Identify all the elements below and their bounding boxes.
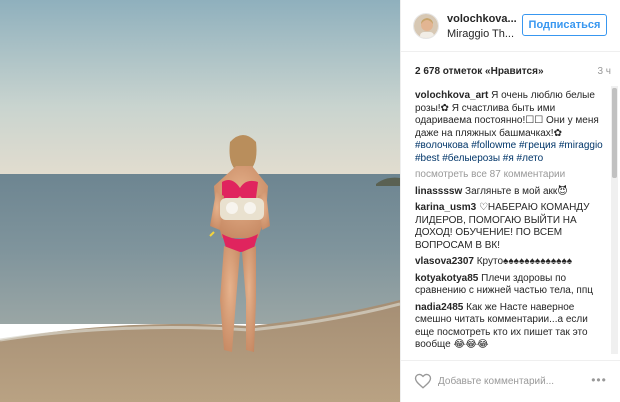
caption: volochkova_art Я очень люблю белые розы!…: [415, 90, 607, 165]
list-item: linassssw Загляньте в мой акк😈: [415, 186, 607, 199]
scrollbar-thumb[interactable]: [612, 88, 617, 178]
heart-icon-svg: [414, 373, 432, 389]
post-time[interactable]: 3 ч: [597, 66, 611, 77]
comments-scrollbar[interactable]: [611, 86, 618, 354]
list-item: nadia2485 Как же Насте наверное смешно ч…: [415, 302, 607, 352]
list-item: vlasova2307 Круто♠♠♠♠♠♠♠♠♠♠♠♠♠: [415, 256, 607, 269]
list-item: karina_usm3 ♡НАБЕРАЮ КОМАНДУ ЛИДЕРОВ, ПО…: [415, 202, 607, 252]
view-all-comments-link[interactable]: посмотреть все 87 комментарии: [415, 169, 607, 182]
caption-username[interactable]: volochkova_art: [415, 90, 488, 101]
follow-button[interactable]: Подписаться: [522, 14, 607, 36]
avatar[interactable]: [413, 13, 439, 39]
comment-username[interactable]: linassssw: [415, 186, 462, 197]
comment-username[interactable]: kotyakotya85: [415, 273, 478, 284]
post-sidebar: volochkova... Miraggio Th... Подписаться…: [400, 0, 620, 402]
heart-icon[interactable]: [414, 372, 432, 390]
post-photo[interactable]: [0, 0, 400, 402]
post-location[interactable]: Miraggio Th...: [447, 28, 514, 40]
likes-count[interactable]: 2 678 отметок «Нравится»: [415, 66, 544, 77]
avatar-image: [414, 14, 438, 38]
list-item: kotyakotya85 Плечи здоровы по сравнению …: [415, 273, 607, 298]
ellipsis-icon[interactable]: •••: [590, 371, 608, 389]
post-header: volochkova... Miraggio Th... Подписаться: [401, 0, 620, 52]
comment-footer: •••: [400, 360, 620, 402]
beach-photo: [0, 0, 400, 402]
comment-text: Круто♠♠♠♠♠♠♠♠♠♠♠♠♠: [476, 256, 573, 267]
post-username[interactable]: volochkova...: [447, 13, 517, 25]
comments-list: volochkova_art Я очень люблю белые розы!…: [415, 90, 607, 360]
comment-input[interactable]: [438, 372, 586, 390]
comment-username[interactable]: vlasova2307: [415, 256, 474, 267]
likes-row: 2 678 отметок «Нравится» 3 ч: [415, 66, 611, 80]
caption-hashtags[interactable]: #волочкова #followme #греция #miraggio #…: [415, 140, 603, 164]
instagram-post-modal: volochkova... Miraggio Th... Подписаться…: [0, 0, 620, 402]
comment-username[interactable]: nadia2485: [415, 302, 463, 313]
comment-text: Загляньте в мой акк😈: [465, 185, 568, 197]
comment-username[interactable]: karina_usm3: [415, 202, 476, 213]
